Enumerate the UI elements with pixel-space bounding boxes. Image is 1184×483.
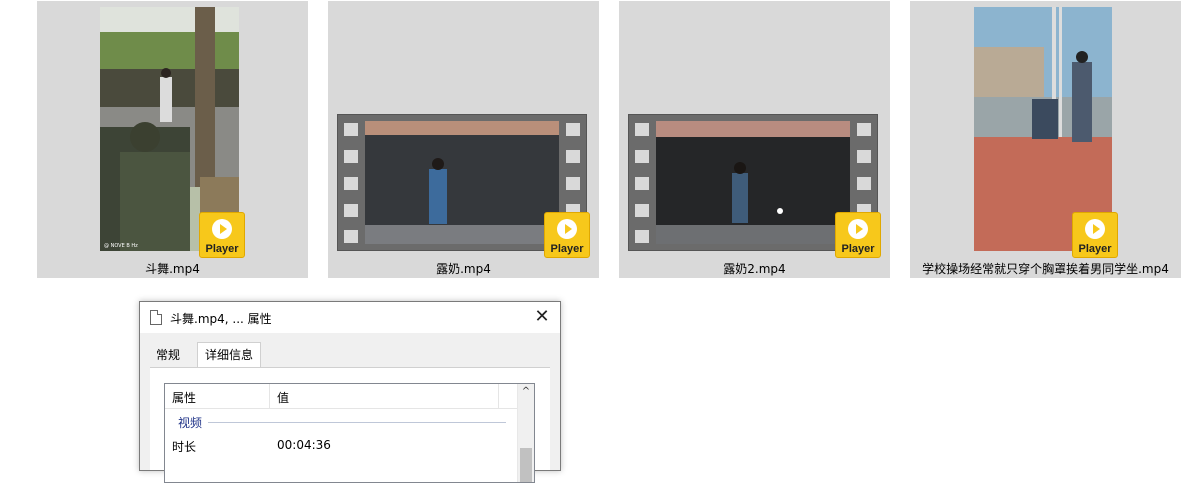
column-header-value[interactable]: 值 — [277, 389, 289, 406]
file-name: 学校操场经常就只穿个胸罩挨着男同学坐.mp4 — [922, 262, 1169, 276]
player-badge: Player — [199, 212, 245, 258]
file-tile-4[interactable]: Player 学校操场经常就只穿个胸罩挨着男同学坐.mp4 — [910, 1, 1181, 278]
play-icon — [557, 219, 577, 239]
file-name: 露奶2.mp4 — [723, 262, 786, 276]
dialog-titlebar[interactable]: 斗舞.mp4, ... 属性 ✕ — [140, 302, 560, 333]
row-key-duration[interactable]: 时长 — [172, 438, 196, 455]
file-tile-3[interactable]: Player 露奶2.mp4 — [619, 1, 890, 278]
column-header-property[interactable]: 属性 — [172, 389, 196, 406]
scroll-up-icon[interactable]: ^ — [518, 386, 534, 397]
dialog-title: 斗舞.mp4, ... 属性 — [170, 312, 272, 326]
player-badge: Player — [1072, 212, 1118, 258]
player-label: Player — [841, 243, 875, 255]
row-value-duration[interactable]: 00:04:36 — [277, 438, 331, 452]
player-label: Player — [205, 243, 239, 255]
tab-general[interactable]: 常规 — [149, 343, 187, 367]
play-icon — [1085, 219, 1105, 239]
list-header: 属性 值 — [165, 384, 517, 409]
player-badge: Player — [835, 212, 881, 258]
player-label: Player — [550, 243, 584, 255]
file-name: 斗舞.mp4 — [145, 262, 200, 276]
group-divider — [208, 422, 506, 423]
scrollbar-thumb[interactable] — [520, 448, 532, 482]
player-badge: Player — [544, 212, 590, 258]
group-header-video: 视频 — [178, 416, 203, 430]
thumbnail-watermark: @ NOVE B Hz — [104, 243, 138, 249]
details-panel: 属性 值 视频 时长 00:04:36 ^ — [150, 367, 550, 483]
properties-dialog: 斗舞.mp4, ... 属性 ✕ 常规 详细信息 属性 值 视频 时长 00:0… — [139, 301, 561, 483]
play-icon — [848, 219, 868, 239]
details-list[interactable]: 属性 值 视频 时长 00:04:36 ^ — [164, 383, 535, 483]
play-icon — [212, 219, 232, 239]
file-tile-2[interactable]: Player 露奶.mp4 — [328, 1, 599, 278]
player-label: Player — [1078, 243, 1112, 255]
file-name: 露奶.mp4 — [436, 262, 491, 276]
tabs-area: 常规 详细信息 属性 值 视频 时长 00:04:36 ^ — [140, 333, 560, 483]
document-icon — [150, 310, 162, 325]
tab-details[interactable]: 详细信息 — [197, 342, 262, 369]
close-icon[interactable]: ✕ — [532, 306, 552, 328]
file-tile-1[interactable]: @ NOVE B Hz Player 斗舞.mp4 — [37, 1, 308, 278]
vertical-scrollbar[interactable]: ^ — [517, 384, 534, 482]
